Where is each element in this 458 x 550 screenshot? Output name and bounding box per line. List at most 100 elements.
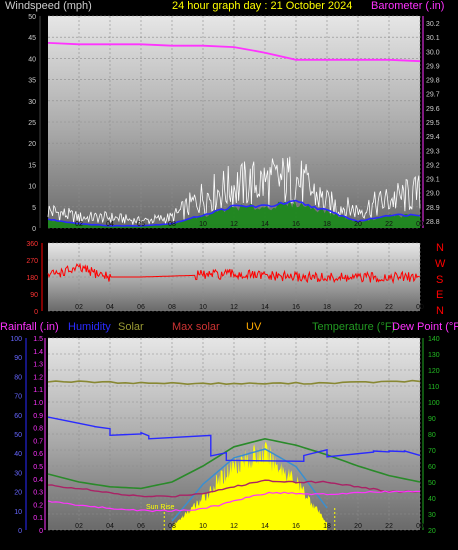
humidity-ytick-90: 90 [14,355,22,362]
rain-ytick-0: 0 [39,528,43,535]
wind-xtick-04: 04 [106,221,114,228]
direction-xtick-00: 00 [416,304,424,311]
humidity-ytick-0: 0 [18,528,22,535]
rain-ytick-0.2: 0.2 [33,502,43,509]
sunrise-label: Sun Rise [146,504,175,511]
direction-xtick-22: 22 [385,304,393,311]
rain-ytick-1.2: 1.2 [33,374,43,381]
temp-ytick-100: 100 [428,400,440,407]
direction-xtick-14: 14 [261,304,269,311]
direction-xtick-02: 02 [75,304,83,311]
direction-xtick-08: 08 [168,304,176,311]
legend-humidity: Humidity [68,321,111,333]
rain-ytick-1.5: 1.5 [33,336,43,343]
temp-ytick-40: 40 [428,496,436,503]
weather-graph-svg: Windspeed (mph) 24 hour graph day : 21 O… [0,0,458,535]
direction-letter-e: E [436,289,443,301]
direction-xtick-16: 16 [292,304,300,311]
rain-ytick-0.9: 0.9 [33,413,43,420]
barometer-ytick-29.8: 29.8 [426,78,440,85]
direction-letter-s: S [436,274,443,286]
direction-letter-w: W [435,258,446,270]
wind-xtick-20: 20 [354,221,362,228]
direction-ytick-360: 360 [26,241,38,248]
barometer-ytick-29.7: 29.7 [426,92,440,99]
temp-xtick-20: 20 [354,523,362,530]
temp-xtick-06: 06 [137,523,145,530]
wind-xtick-16: 16 [292,221,300,228]
wind-ytick-0: 0 [32,226,36,233]
wind-xtick-06: 06 [137,221,145,228]
rain-ytick-0.8: 0.8 [33,426,43,433]
wind-ytick-5: 5 [32,205,36,212]
wind-ytick-40: 40 [28,56,36,63]
temp-ytick-110: 110 [428,384,439,391]
temp-ytick-90: 90 [428,416,436,423]
wind-ytick-35: 35 [28,78,36,85]
rain-ytick-1.3: 1.3 [33,362,43,369]
temp-xtick-22: 22 [385,523,393,530]
direction-letter-n-bottom: N [436,305,444,317]
humidity-ytick-70: 70 [14,394,22,401]
direction-ytick-270: 270 [26,258,38,265]
barometer-ytick-29.0: 29.0 [426,191,440,198]
humidity-ytick-80: 80 [14,374,22,381]
wind-ytick-10: 10 [28,184,36,191]
temp-xtick-14: 14 [261,523,269,530]
barometer-ytick-29.2: 29.2 [426,162,440,169]
wind-ytick-15: 15 [28,162,36,169]
temp-ytick-30: 30 [428,512,436,519]
direction-xtick-04: 04 [106,304,114,311]
direction-xtick-20: 20 [354,304,362,311]
weather-graph: Windspeed (mph) 24 hour graph day : 21 O… [0,0,458,550]
temp-xtick-10: 10 [199,523,207,530]
rain-ytick-0.7: 0.7 [33,438,43,445]
direction-xtick-06: 06 [137,304,145,311]
wind-xtick-08: 08 [168,221,176,228]
temp-xtick-04: 04 [106,523,114,530]
temp-ytick-50: 50 [428,480,436,487]
rain-ytick-0.4: 0.4 [33,477,43,484]
wind-ytick-50: 50 [28,14,36,21]
wind-xtick-22: 22 [385,221,393,228]
humidity-ytick-60: 60 [14,413,22,420]
wind-xtick-02: 02 [75,221,83,228]
temp-ytick-140: 140 [428,336,440,343]
windspeed-axis-label: Windspeed (mph) [5,0,92,12]
legend-solar: Solar [118,321,144,333]
rain-ytick-0.5: 0.5 [33,464,43,471]
temp-xtick-00: 00 [416,523,424,530]
temp-ytick-20: 20 [428,528,436,535]
graph-title: 24 hour graph day : 21 October 2024 [172,0,352,12]
wind-xtick-12: 12 [230,221,238,228]
wind-ytick-25: 25 [28,120,36,127]
rain-ytick-0.3: 0.3 [33,490,43,497]
barometer-ytick-29.6: 29.6 [426,106,440,113]
barometer-ytick-30.0: 30.0 [426,49,440,56]
rain-ytick-1: 1.0 [33,400,43,407]
barometer-ytick-28.9: 28.9 [426,205,440,212]
temp-ytick-60: 60 [428,464,436,471]
wind-xtick-10: 10 [199,221,207,228]
temp-xtick-08: 08 [168,523,176,530]
direction-xtick-12: 12 [230,304,238,311]
barometer-ytick-29.5: 29.5 [426,120,440,127]
direction-xtick-10: 10 [199,304,207,311]
legend-uv: UV [246,321,262,333]
humidity-ytick-10: 10 [14,509,22,516]
wind-xtick-00: 00 [416,221,424,228]
barometer-ytick-29.4: 29.4 [426,134,440,141]
legend-dew-point: Dew Point (°F) [392,321,458,333]
temp-ytick-70: 70 [428,448,436,455]
barometer-ytick-29.1: 29.1 [426,177,440,184]
temp-xtick-02: 02 [75,523,83,530]
humidity-ytick-50: 50 [14,432,22,439]
temp-ytick-80: 80 [428,432,436,439]
wind-xtick-18: 18 [323,221,331,228]
wind-ytick-20: 20 [28,141,36,148]
legend-rainfall: Rainfall (.in) [0,321,59,333]
rain-ytick-1.1: 1.1 [33,387,43,394]
rain-ytick-1.4: 1.4 [33,349,43,356]
wind-xtick-14: 14 [261,221,269,228]
temp-xtick-12: 12 [230,523,238,530]
